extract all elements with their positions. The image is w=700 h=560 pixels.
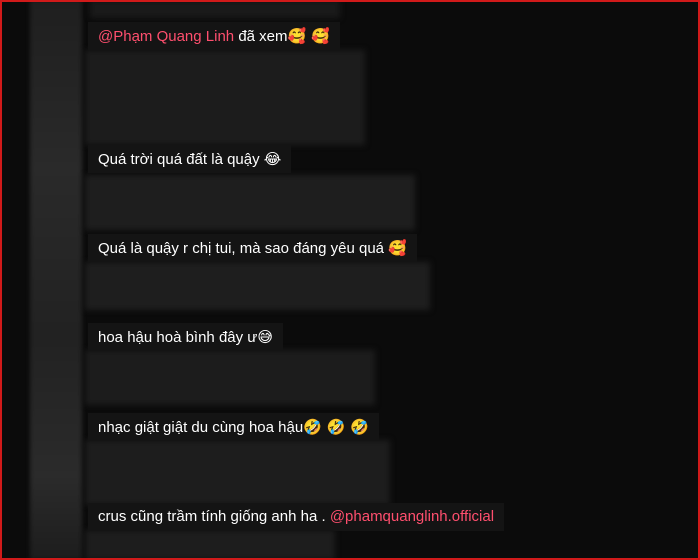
comment-text: Quá là quậy r chị tui, mà sao đáng yêu q… [98, 240, 389, 257]
blurred-comment [85, 50, 365, 145]
blurred-comment [85, 262, 430, 310]
user-mention[interactable]: @phamquanglinh.official [330, 508, 494, 525]
comment-item: hoa hậu hoà bình đây ư😅 [88, 323, 283, 351]
sweat-smile-emoji-icon: 😅 [257, 328, 273, 346]
comment-item: @Phạm Quang Linh đã xem🥰 🥰 [88, 22, 340, 50]
user-mention[interactable]: @Phạm Quang Linh [98, 28, 234, 45]
comment-item: Quá trời quá đất là quậy 😂 [88, 145, 292, 173]
blurred-comment [90, 0, 340, 18]
blurred-comment [85, 350, 375, 405]
comment-text: đã xem [234, 28, 288, 45]
comment-item: nhạc giật giật du cùng hoa hậu🤣 🤣 🤣 [88, 413, 379, 441]
smiling-hearts-emoji-icon: 🥰 [388, 239, 407, 257]
comment-item: Quá là quậy r chị tui, mà sao đáng yêu q… [88, 234, 417, 262]
comment-text: Quá trời quá đất là quậy [98, 151, 264, 168]
comment-text: crus cũng trầm tính giống anh ha . [98, 508, 330, 525]
blurred-comment [85, 440, 390, 505]
smiling-hearts-emoji-icon: 🥰 🥰 [287, 27, 330, 45]
comment-text: nhạc giật giật du cùng hoa hậu [98, 419, 304, 436]
avatar-column-blurred [30, 0, 82, 560]
rofl-emoji-icon: 🤣 🤣 🤣 [303, 418, 369, 436]
blurred-comment [85, 530, 335, 560]
comment-item: crus cũng trầm tính giống anh ha . @pham… [88, 503, 505, 531]
comment-text: hoa hậu hoà bình đây ư [98, 329, 258, 346]
laughing-emoji-icon: 😂 [263, 150, 282, 168]
blurred-comment [85, 175, 415, 230]
